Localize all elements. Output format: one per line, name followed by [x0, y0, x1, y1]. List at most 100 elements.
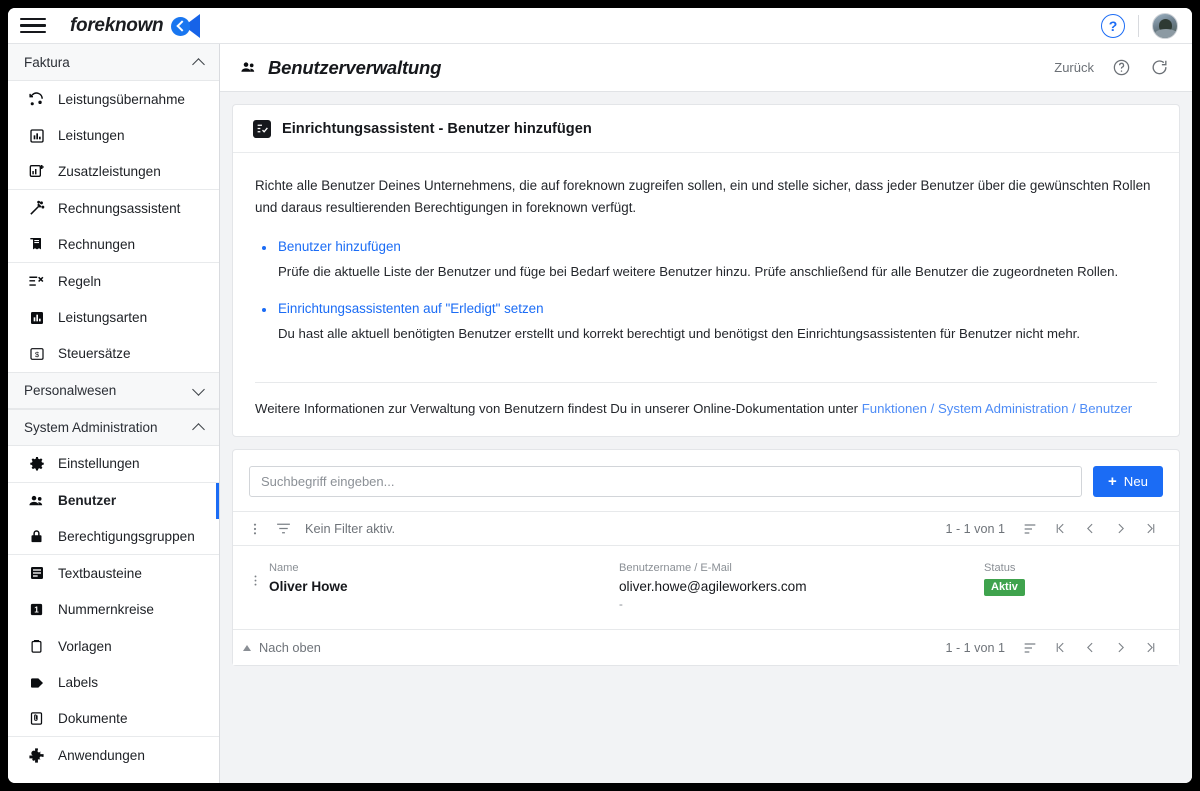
foreknown-mark-icon [171, 13, 211, 39]
sidebar-item-label: Regeln [58, 273, 102, 289]
svg-text:$: $ [34, 350, 38, 359]
sidebar-item-dokumente[interactable]: Dokumente [8, 700, 219, 738]
wizard-step: Benutzer hinzufügen Prüfe die aktuelle L… [255, 238, 1157, 282]
sidebar-item-label: Benutzer [58, 493, 117, 509]
plus-icon: + [1108, 473, 1117, 490]
wizard-steps: Benutzer hinzufügen Prüfe die aktuelle L… [255, 238, 1157, 344]
sidebar-item-rechnungen[interactable]: Rechnungen [8, 226, 219, 263]
cell-name: Name Oliver Howe [269, 560, 619, 594]
help-circle-icon[interactable]: ? [1101, 13, 1125, 38]
sidebar-item-label: Anwendungen [58, 747, 145, 763]
chevron-up-icon [194, 422, 205, 433]
step-link-add-user[interactable]: Benutzer hinzufügen [278, 239, 401, 254]
step-description: Du hast alle aktuell benötigten Benutzer… [278, 326, 1080, 342]
avatar[interactable] [1152, 12, 1178, 39]
prev-page-icon[interactable] [1077, 516, 1103, 542]
sort-icon[interactable] [1017, 516, 1043, 542]
sidebar-item-label: Berechtigungsgruppen [58, 529, 195, 545]
next-page-icon[interactable] [1107, 635, 1133, 661]
sidebar-item-label: Rechnungen [58, 236, 136, 252]
pagination-count: 1 - 1 von 1 [945, 521, 1005, 536]
search-row: + Neu [233, 450, 1179, 511]
user-list-card: + Neu Kein Filter aktiv. 1 - 1 von 1 [232, 449, 1180, 666]
table-row[interactable]: Name Oliver Howe Benutzername / E-Mail o… [233, 546, 1179, 629]
pagination-controls: 1 - 1 von 1 [945, 516, 1163, 542]
last-page-icon[interactable] [1137, 635, 1163, 661]
back-button[interactable]: Zurück [1054, 60, 1094, 75]
refresh-icon[interactable] [1149, 57, 1170, 78]
sidebar-item-berechtigungsgruppen[interactable]: Berechtigungsgruppen [8, 518, 219, 556]
users-icon [240, 59, 257, 76]
sidebar-item-steuersaetze[interactable]: $ Steuersätze [8, 335, 219, 373]
sidebar-item-leistungsarten[interactable]: Leistungsarten [8, 299, 219, 336]
sidebar-section-system-administration[interactable]: System Administration [8, 409, 219, 447]
top-bar-actions: ? [1101, 12, 1178, 39]
chart-bar-filled-icon [28, 309, 45, 326]
step-link-mark-done[interactable]: Einrichtungsassistenten auf "Erledigt" s… [278, 301, 544, 316]
row-more-vertical-icon[interactable] [241, 560, 269, 588]
top-bar: foreknown ? [8, 8, 1192, 44]
scroll-to-top-button[interactable]: Nach oben [243, 640, 321, 655]
sidebar-item-benutzer[interactable]: Benutzer [8, 482, 219, 520]
sidebar-item-rechnungsassistent[interactable]: Rechnungsassistent [8, 190, 219, 227]
number-range-icon: 1 [28, 601, 45, 618]
last-page-icon[interactable] [1137, 516, 1163, 542]
sidebar-item-labels[interactable]: Labels [8, 664, 219, 701]
sidebar-item-textbausteine[interactable]: Textbausteine [8, 555, 219, 592]
sidebar-item-anwendungen[interactable]: Anwendungen [8, 737, 219, 774]
invoice-icon [28, 236, 45, 253]
sidebar-item-label: Nummernkreise [58, 602, 154, 618]
new-button-label: Neu [1123, 474, 1148, 489]
sidebar-section-label: Faktura [24, 54, 70, 70]
chart-bar-icon [28, 127, 45, 144]
prev-page-icon[interactable] [1077, 635, 1103, 661]
svg-text:1: 1 [34, 606, 39, 615]
sync-icon [28, 91, 45, 108]
sidebar-item-label: Leistungen [58, 128, 125, 144]
documentation-link[interactable]: Funktionen / System Administration / Ben… [862, 401, 1132, 416]
brand-name: foreknown [70, 14, 164, 36]
brand-logo[interactable]: foreknown [70, 13, 211, 39]
document-icon [28, 710, 45, 727]
sidebar-item-label: Dokumente [58, 711, 128, 727]
filter-icon[interactable] [269, 515, 297, 543]
sidebar-item-zusatzleistungen[interactable]: Zusatzleistungen [8, 153, 219, 191]
sidebar-item-regeln[interactable]: Regeln [8, 262, 219, 300]
next-page-icon[interactable] [1107, 516, 1133, 542]
page-header: Benutzerverwaltung Zurück [220, 44, 1192, 92]
checklist-icon [253, 119, 271, 138]
rules-icon [28, 273, 45, 290]
first-page-icon[interactable] [1047, 516, 1073, 542]
help-circle-outline-icon[interactable] [1111, 57, 1132, 78]
filter-status-text: Kein Filter aktiv. [305, 521, 396, 536]
sidebar-section-faktura[interactable]: Faktura [8, 44, 219, 81]
scroll-to-top-label: Nach oben [259, 640, 321, 655]
puzzle-icon [28, 747, 45, 764]
page-header-actions: Zurück [1054, 57, 1170, 78]
cell-username-sub: - [619, 599, 623, 611]
text-block-icon [28, 565, 45, 582]
main-content: Benutzerverwaltung Zurück Einrichtungsas… [220, 44, 1192, 783]
new-button[interactable]: + Neu [1093, 466, 1163, 497]
sidebar-item-nummernkreise[interactable]: 1 Nummernkreise [8, 591, 219, 629]
sidebar-item-einstellungen[interactable]: Einstellungen [8, 446, 219, 483]
search-input[interactable] [249, 466, 1083, 497]
sort-icon[interactable] [1017, 635, 1043, 661]
page-title: Benutzerverwaltung [240, 57, 441, 79]
gear-icon [28, 455, 45, 472]
sidebar-item-label: Vorlagen [58, 638, 112, 654]
sidebar-item-vorlagen[interactable]: Vorlagen [8, 628, 219, 665]
sidebar-item-leistungsuebernahme[interactable]: Leistungsübernahme [8, 81, 219, 118]
sidebar-item-label: Textbausteine [58, 565, 142, 581]
cell-username-value: oliver.howe@agileworkers.com [619, 579, 807, 594]
sidebar-item-leistungen[interactable]: Leistungen [8, 117, 219, 154]
content-scroll[interactable]: Einrichtungsassistent - Benutzer hinzufü… [220, 92, 1192, 783]
wizard-body: Richte alle Benutzer Deines Unternehmens… [233, 153, 1179, 372]
hamburger-icon[interactable] [20, 16, 46, 36]
sidebar[interactable]: Faktura Leistungsübernahme Leistungen Zu… [8, 44, 220, 783]
sidebar-section-personalwesen[interactable]: Personalwesen [8, 372, 219, 410]
cell-name-value: Oliver Howe [269, 579, 348, 594]
more-vertical-icon[interactable] [241, 515, 269, 543]
wizard-intro: Richte alle Benutzer Deines Unternehmens… [255, 178, 1151, 215]
first-page-icon[interactable] [1047, 635, 1073, 661]
